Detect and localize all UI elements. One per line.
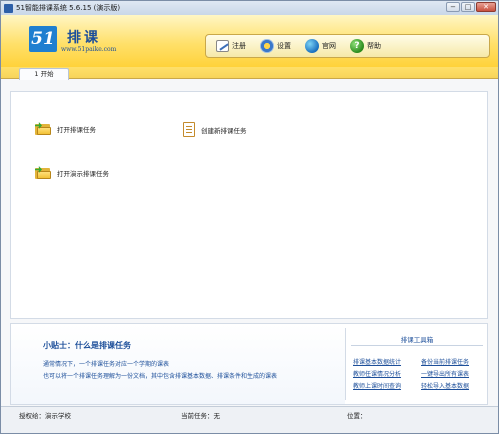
open-task-action[interactable]: 打开排课任务 bbox=[35, 122, 96, 135]
help-button[interactable]: ? 帮助 bbox=[346, 37, 385, 55]
window-bottom bbox=[1, 420, 498, 433]
toolbox-divider bbox=[351, 345, 483, 346]
tips-line-2: 也可以将一个排课任务理解为一份文档，其中包含排课基本数据、排课条件和生成的课表 bbox=[43, 373, 278, 380]
window-controls: − □ ✕ bbox=[446, 2, 496, 12]
new-task-action[interactable]: 创建新排课任务 bbox=[183, 122, 247, 137]
close-button[interactable]: ✕ bbox=[476, 2, 496, 12]
settings-button[interactable]: 设置 bbox=[256, 37, 295, 55]
logo-title: 排课 bbox=[67, 30, 101, 46]
logo-url: www.51paike.com bbox=[61, 46, 117, 53]
app-icon bbox=[4, 3, 13, 13]
new-document-icon bbox=[183, 122, 195, 137]
toolbox-link-data-stats[interactable]: 排课基本数据统计 bbox=[353, 357, 401, 366]
toolbox-link-export-all[interactable]: 一键导出所有课表 bbox=[421, 369, 469, 378]
gear-icon bbox=[260, 39, 274, 53]
status-license: 授权给：演示学校 bbox=[19, 412, 71, 420]
tips-line-1: 通常情况下，一个排课任务对应一个学期的课表 bbox=[43, 361, 170, 368]
open-folder-icon bbox=[35, 122, 51, 135]
app-window: 51智能排课系统 5.6.15 (演示版) − □ ✕ 51 排课 www.51… bbox=[0, 0, 499, 434]
new-task-label: 创建新排课任务 bbox=[201, 126, 247, 135]
demo-folder-icon bbox=[35, 166, 51, 179]
toolbox-link-import-data[interactable]: 轻松导入基本数据 bbox=[421, 381, 469, 390]
toolbox-link-teacher-schedule[interactable]: 教师上课时间查询 bbox=[353, 381, 401, 390]
help-label: 帮助 bbox=[367, 42, 381, 50]
window-title: 51智能排课系统 5.6.15 (演示版) bbox=[16, 4, 121, 12]
logo-mark-text: 51 bbox=[31, 29, 55, 49]
logo-mark: 51 bbox=[29, 26, 57, 52]
register-button[interactable]: 注册 bbox=[212, 37, 250, 55]
tips-section: 小贴士：什么是排课任务 通常情况下，一个排课任务对应一个学期的课表 也可以将一个… bbox=[11, 324, 345, 404]
status-bar: 授权给：演示学校 当前任务：无 位置： bbox=[1, 406, 498, 420]
open-task-label: 打开排课任务 bbox=[57, 125, 96, 134]
status-position: 位置： bbox=[347, 412, 367, 420]
open-demo-label: 打开演示排课任务 bbox=[57, 169, 109, 178]
tab-start[interactable]: 1 开始 bbox=[19, 68, 69, 80]
status-current-task: 当前任务：无 bbox=[181, 412, 220, 420]
toolbox-link-teacher-analysis[interactable]: 教师任课情况分析 bbox=[353, 369, 401, 378]
app-header: 51 排课 www.51paike.com 注册 设置 官网 ? 帮助 bbox=[1, 15, 498, 67]
settings-label: 设置 bbox=[277, 42, 291, 50]
toolbox-link-backup[interactable]: 备份当前排课任务 bbox=[421, 357, 469, 366]
minimize-button[interactable]: − bbox=[446, 2, 460, 12]
start-panel: 打开排课任务 创建新排课任务 打开演示排课任务 bbox=[10, 91, 488, 319]
tips-panel: 小贴士：什么是排课任务 通常情况下，一个排课任务对应一个学期的课表 也可以将一个… bbox=[10, 323, 488, 405]
main-toolbar: 注册 设置 官网 ? 帮助 bbox=[205, 34, 490, 58]
title-bar: 51智能排课系统 5.6.15 (演示版) − □ ✕ bbox=[1, 1, 498, 15]
website-label: 官网 bbox=[322, 42, 336, 50]
help-icon: ? bbox=[350, 39, 364, 53]
website-button[interactable]: 官网 bbox=[301, 37, 340, 55]
tips-divider bbox=[345, 328, 346, 400]
tips-title: 小贴士：什么是排课任务 bbox=[43, 340, 131, 350]
toolbox-title: 排课工具箱 bbox=[400, 336, 434, 344]
open-demo-action[interactable]: 打开演示排课任务 bbox=[35, 166, 109, 179]
register-pen-icon bbox=[216, 40, 229, 52]
register-label: 注册 bbox=[232, 42, 246, 50]
globe-icon bbox=[305, 39, 319, 53]
tab-strip: 1 开始 bbox=[1, 67, 498, 80]
maximize-button[interactable]: □ bbox=[461, 2, 475, 12]
